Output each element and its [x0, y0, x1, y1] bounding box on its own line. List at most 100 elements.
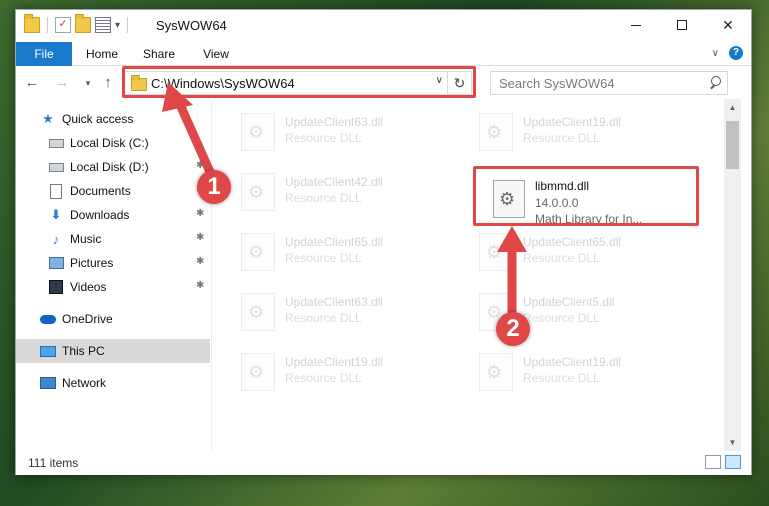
search-input[interactable]: Search SysWOW64: [490, 71, 728, 95]
dll-file-icon: [241, 293, 275, 331]
sidebar-item-quick-access[interactable]: ★ Quick access: [16, 107, 210, 131]
file-description: Resource DLL: [285, 311, 362, 325]
list-item[interactable]: UpdateClient42.dll Resource DLL: [213, 161, 443, 217]
file-name: UpdateClient65.dll: [523, 235, 622, 249]
drive-icon: [48, 135, 64, 151]
scroll-up-icon[interactable]: ▲: [724, 99, 741, 116]
vertical-scrollbar[interactable]: ▲ ▼: [724, 99, 741, 451]
properties-icon[interactable]: [95, 17, 111, 33]
scroll-thumb[interactable]: [726, 121, 739, 169]
pin-icon: ✱: [196, 280, 205, 291]
dll-file-icon: [479, 113, 513, 151]
status-bar: 111 items: [16, 451, 751, 475]
sidebar-item-label: Documents: [70, 184, 131, 198]
search-placeholder: Search SysWOW64: [499, 76, 615, 91]
sidebar-item-local-disk-d[interactable]: Local Disk (D:) ✱: [16, 155, 210, 179]
dll-file-icon: [241, 173, 275, 211]
cloud-icon: [40, 311, 56, 327]
minimize-button[interactable]: [613, 10, 659, 40]
sidebar-item-downloads[interactable]: ⬇ Downloads ✱: [16, 203, 210, 227]
tab-view[interactable]: View: [194, 42, 238, 66]
file-description: Resource DLL: [523, 131, 600, 145]
list-item[interactable]: UpdateClient5.dll Resource DLL: [451, 281, 681, 337]
properties-check-icon[interactable]: ✓: [55, 17, 71, 33]
pin-icon: ✱: [196, 208, 205, 219]
file-name: UpdateClient63.dll: [285, 295, 384, 309]
file-name: UpdateClient5.dll: [523, 295, 615, 309]
up-button[interactable]: ↑: [98, 73, 118, 93]
tab-file[interactable]: File: [16, 42, 72, 66]
step-1-badge: 1: [197, 170, 231, 204]
help-icon[interactable]: ?: [729, 46, 743, 60]
sidebar-item-music[interactable]: ♪ Music ✱: [16, 227, 210, 251]
view-switcher: [705, 455, 741, 469]
sidebar-item-documents[interactable]: Documents ✱: [16, 179, 210, 203]
file-highlight-box: [473, 166, 699, 226]
file-description: Resource DLL: [523, 251, 600, 265]
sidebar-item-label: Pictures: [70, 256, 114, 270]
back-button[interactable]: ←: [22, 73, 42, 93]
tiles-view-icon[interactable]: [725, 455, 741, 469]
sidebar-item-videos[interactable]: Videos ✱: [16, 275, 210, 299]
window-title: SysWOW64: [156, 18, 227, 33]
pin-icon: ✱: [196, 232, 205, 243]
maximize-icon: [677, 20, 687, 30]
folder-icon[interactable]: [24, 14, 40, 33]
expand-ribbon-icon[interactable]: ∨: [712, 48, 719, 59]
file-description: Resource DLL: [523, 371, 600, 385]
sidebar-item-this-pc[interactable]: This PC: [16, 339, 210, 363]
sidebar-item-label: Local Disk (C:): [70, 136, 149, 150]
file-description: Resource DLL: [523, 311, 600, 325]
maximize-button[interactable]: [659, 10, 705, 40]
network-icon: [40, 375, 56, 391]
file-name: UpdateClient19.dll: [523, 115, 622, 129]
search-icon[interactable]: [709, 76, 721, 88]
download-icon: ⬇: [50, 207, 62, 222]
new-folder-icon[interactable]: [75, 14, 91, 33]
address-highlight-box: [122, 66, 476, 98]
sidebar-item-local-disk-c[interactable]: Local Disk (C:): [16, 131, 210, 155]
minimize-icon: [631, 24, 641, 26]
tab-home[interactable]: Home: [78, 42, 126, 66]
sidebar-item-label: Quick access: [62, 112, 134, 126]
toolbar-separator: [127, 17, 129, 33]
sidebar-item-label: Music: [70, 232, 102, 246]
music-icon: ♪: [52, 231, 60, 247]
customize-toolbar-icon[interactable]: ▾: [115, 20, 120, 31]
file-name: UpdateClient19.dll: [285, 355, 384, 369]
list-item[interactable]: UpdateClient19.dll Resource DLL: [451, 341, 681, 397]
tab-share[interactable]: Share: [134, 42, 184, 66]
dll-file-icon: [241, 233, 275, 271]
video-icon: [48, 279, 64, 295]
toolbar-separator: [47, 17, 48, 33]
document-icon: [48, 183, 64, 199]
computer-icon: [40, 343, 56, 359]
close-button[interactable]: ✕: [705, 10, 751, 40]
list-item[interactable]: UpdateClient19.dll Resource DLL: [451, 101, 681, 157]
sidebar-item-network[interactable]: Network: [16, 371, 210, 395]
file-description: Resource DLL: [285, 251, 362, 265]
recent-locations-button[interactable]: ▾: [78, 73, 98, 93]
file-name: UpdateClient42.dll: [285, 175, 384, 189]
list-item[interactable]: UpdateClient63.dll Resource DLL: [213, 281, 443, 337]
quick-access-toolbar: ✓ ▾: [24, 14, 131, 33]
picture-icon: [48, 255, 64, 271]
navigation-pane: ★ Quick access Local Disk (C:) Local Dis…: [16, 99, 212, 451]
forward-button[interactable]: →: [52, 73, 72, 93]
list-item[interactable]: UpdateClient63.dll Resource DLL: [213, 101, 443, 157]
sidebar-item-label: Downloads: [70, 208, 130, 222]
title-bar: ✓ ▾ SysWOW64 ✕: [16, 10, 751, 42]
sidebar-item-label: Network: [62, 376, 107, 390]
list-item[interactable]: UpdateClient65.dll Resource DLL: [213, 221, 443, 277]
file-list: UpdateClient63.dll Resource DLL UpdateCl…: [213, 99, 723, 451]
details-view-icon[interactable]: [705, 455, 721, 469]
file-description: Resource DLL: [285, 371, 362, 385]
scroll-down-icon[interactable]: ▼: [724, 434, 741, 451]
list-item[interactable]: UpdateClient65.dll Resource DLL: [451, 221, 681, 277]
ribbon-tabs: File Home Share View ∨ ?: [16, 42, 751, 66]
dll-file-icon: [241, 353, 275, 391]
sidebar-item-pictures[interactable]: Pictures ✱: [16, 251, 210, 275]
list-item[interactable]: UpdateClient19.dll Resource DLL: [213, 341, 443, 397]
sidebar-item-onedrive[interactable]: OneDrive: [16, 307, 210, 331]
close-icon: ✕: [722, 16, 734, 33]
